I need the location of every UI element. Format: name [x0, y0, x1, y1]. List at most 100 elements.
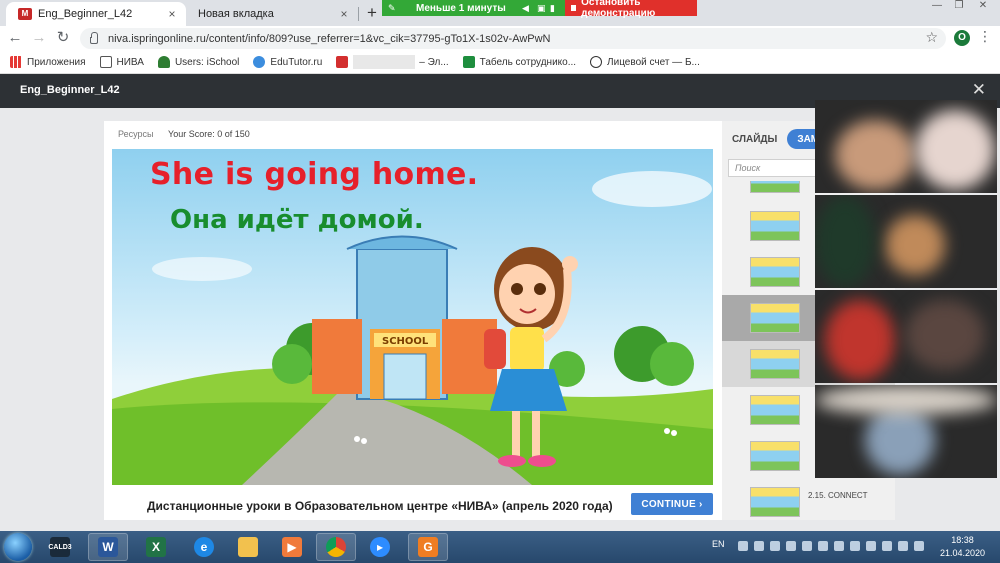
url-text: niva.ispringonline.ru/content/info/809?u… — [108, 32, 551, 45]
video-tile[interactable] — [815, 100, 997, 193]
taskbar-app-explorer[interactable] — [228, 533, 268, 561]
media-player-icon: ▶ — [282, 537, 302, 557]
apps-grid-icon — [10, 56, 22, 68]
video-tile[interactable] — [815, 290, 997, 383]
course-title: Eng_Beginner_L42 — [20, 84, 120, 96]
slide-english-sentence: She is going home. — [150, 157, 479, 192]
taskbar-app-chrome[interactable] — [316, 533, 356, 561]
tab-eng-beginner[interactable]: M Eng_Beginner_L42 × — [6, 2, 186, 26]
tray-icon[interactable] — [770, 541, 780, 551]
continue-button[interactable]: CONTINUE › — [631, 493, 713, 515]
forward-arrow-icon[interactable]: → — [30, 29, 48, 47]
system-tray-icons[interactable] — [738, 541, 930, 551]
clock-time: 18:38 — [951, 535, 974, 545]
new-tab-button[interactable]: + — [364, 3, 380, 23]
taskbar-app-media[interactable]: ▶ — [272, 533, 312, 561]
ispring-favicon-icon: M — [18, 8, 32, 20]
resources-link[interactable]: Ресурсы — [118, 129, 154, 139]
ischool-icon — [157, 56, 170, 68]
taskbar-app-word[interactable]: W — [88, 533, 128, 561]
tab-new-tab[interactable]: Новая вкладка × — [186, 2, 358, 26]
bookmark-label: Табель сотруднико... — [479, 56, 577, 68]
address-bar-row: ← → ↻ niva.ispringonline.ru/content/info… — [0, 26, 1000, 51]
minimize-icon[interactable]: — — [930, 0, 944, 12]
edututor-icon — [253, 56, 266, 68]
excel-icon: X — [146, 537, 166, 557]
pdf-icon: G — [418, 537, 438, 557]
tray-icon[interactable] — [866, 541, 876, 551]
pin-icon[interactable]: ✎ — [388, 3, 396, 14]
bookmark-label: – Эл... — [419, 56, 449, 68]
bookmark-account[interactable]: Лицевой счет — Б... — [590, 56, 700, 68]
tray-icon[interactable] — [898, 541, 908, 551]
player-frame: Ресурсы Your Score: 0 of 150 SCHOOL She … — [104, 121, 895, 520]
bookmark-label: Лицевой счет — Б... — [607, 56, 700, 68]
thumbnail-image — [750, 395, 800, 425]
zoom-timer-text: Меньше 1 минуты — [416, 2, 506, 14]
score-text: Your Score: 0 of 150 — [168, 129, 250, 139]
tab-slides[interactable]: СЛАЙДЫ — [722, 129, 787, 149]
taskbar-app-pdf[interactable]: G — [408, 533, 448, 561]
speaker-icon[interactable]: ◀ — [522, 3, 529, 14]
tray-icon[interactable] — [786, 541, 796, 551]
blurred-background — [905, 300, 985, 370]
word-icon: W — [98, 537, 118, 557]
browser-tab-strip: M Eng_Beginner_L42 × Новая вкладка × + ✎… — [0, 0, 1000, 26]
bookmark-apps[interactable]: Приложения — [10, 56, 86, 68]
bookmark-edututor[interactable]: EduTutor.ru — [253, 56, 322, 68]
taskbar-app-ie[interactable]: e — [184, 533, 224, 561]
tab-label: Новая вкладка — [198, 8, 274, 20]
chrome-icon — [326, 537, 346, 557]
taskbar-app-excel[interactable]: X — [136, 533, 176, 561]
tray-icon[interactable] — [882, 541, 892, 551]
secure-lock-icon[interactable] — [90, 32, 98, 44]
menu-kebab-icon[interactable]: ⋮ — [978, 28, 992, 45]
blurred-background — [815, 195, 875, 288]
thumbnail-image — [750, 303, 800, 333]
tab-close-icon[interactable]: × — [164, 7, 180, 21]
folder-icon — [238, 537, 258, 557]
back-arrow-icon[interactable]: ← — [6, 29, 24, 47]
bookmark-star-icon[interactable]: ☆ — [925, 29, 938, 46]
thumbnail-label: 2.15. CONNECT — [808, 491, 868, 500]
tab-close-icon[interactable]: × — [336, 7, 352, 21]
language-indicator[interactable]: EN — [712, 539, 725, 549]
taskbar-app-zoom[interactable]: ▸ — [360, 533, 400, 561]
tray-icon[interactable] — [834, 541, 844, 551]
red-site-icon — [336, 56, 349, 68]
tray-icon[interactable] — [850, 541, 860, 551]
tab-label: Eng_Beginner_L42 — [38, 8, 133, 20]
zoom-timer-panel: ✎ Меньше 1 минуты ◀ ▣ ▮ — [382, 0, 565, 16]
bookmark-label: Users: iSchool — [174, 56, 240, 68]
blurred-participant — [835, 120, 915, 190]
video-tile[interactable] — [815, 385, 997, 478]
globe-icon — [590, 56, 603, 68]
slide-illustration: SCHOOL — [112, 171, 713, 485]
stop-share-button[interactable]: Остановить демонстрацию — [565, 0, 697, 19]
slide-thumbnail[interactable]: 2.15. CONNECT — [722, 479, 895, 520]
close-player-icon[interactable]: ✕ — [972, 80, 986, 100]
lock-icon[interactable]: ▣ — [537, 3, 546, 14]
tray-icon[interactable] — [914, 541, 924, 551]
profile-avatar[interactable]: O — [954, 30, 970, 46]
thumbnail-image — [750, 349, 800, 379]
tray-icon[interactable] — [818, 541, 828, 551]
windows-taskbar: CALD3 W X e ▶ ▸ G EN 18:38 21.04.2020 — [0, 531, 1000, 563]
tray-icon[interactable] — [738, 541, 748, 551]
url-omnibox[interactable]: niva.ispringonline.ru/content/info/809?u… — [80, 28, 946, 49]
clock-date: 21.04.2020 — [940, 548, 986, 558]
taskbar-app-cald[interactable]: CALD3 — [40, 533, 80, 561]
reload-icon[interactable]: ↻ — [54, 29, 72, 47]
bookmark-ischool[interactable]: Users: iSchool — [157, 56, 240, 68]
taskbar-clock[interactable]: 18:38 21.04.2020 — [940, 534, 985, 560]
video-tile[interactable] — [815, 195, 997, 288]
tray-icon[interactable] — [802, 541, 812, 551]
tray-icon[interactable] — [754, 541, 764, 551]
bookmark-redacted[interactable]: – Эл... — [336, 55, 449, 69]
bookmark-niva[interactable]: НИВА — [99, 56, 144, 68]
thumbnail-image — [750, 181, 800, 193]
start-button[interactable] — [4, 533, 32, 561]
close-window-icon[interactable]: ✕ — [976, 0, 990, 12]
bookmark-tabel[interactable]: Табель сотруднико... — [462, 56, 577, 68]
restore-icon[interactable]: ❐ — [952, 0, 966, 12]
